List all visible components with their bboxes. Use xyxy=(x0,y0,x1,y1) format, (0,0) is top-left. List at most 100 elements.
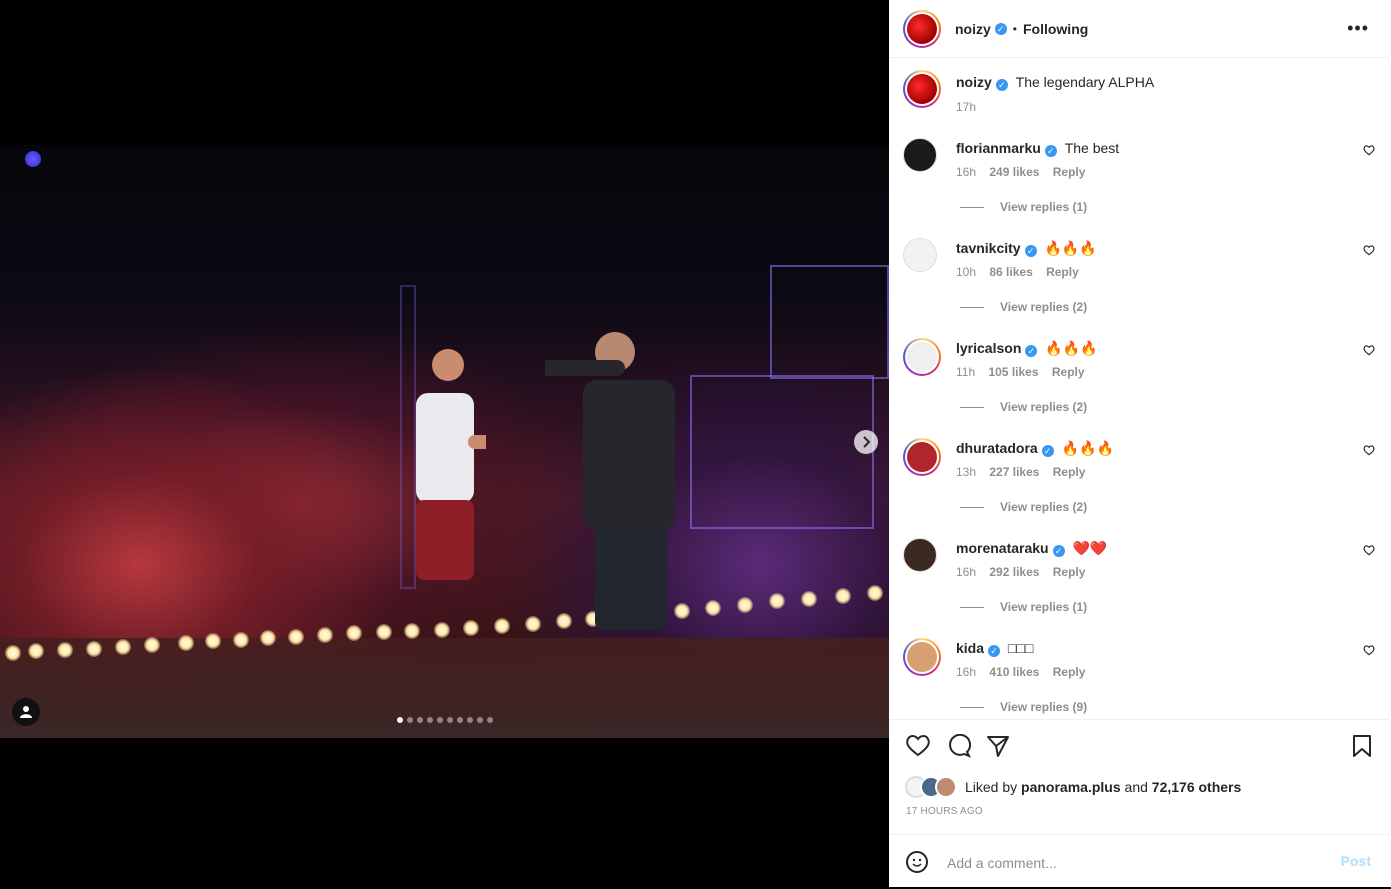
commenter-avatar[interactable] xyxy=(903,538,937,572)
liked-by-prefix: Liked by xyxy=(965,779,1018,795)
comment-icon[interactable] xyxy=(946,734,972,758)
send-icon[interactable] xyxy=(986,734,1010,758)
comment-time: 11h xyxy=(956,365,976,379)
reply-button[interactable]: Reply xyxy=(1053,465,1086,479)
commenter-username[interactable]: lyricalson xyxy=(956,340,1021,356)
commenter-avatar[interactable] xyxy=(903,438,941,476)
carousel-dot xyxy=(427,717,433,723)
commenter-username[interactable]: morenataraku xyxy=(956,540,1049,556)
stage-floor xyxy=(0,638,889,738)
stage-light xyxy=(25,151,41,167)
carousel-dot xyxy=(417,717,423,723)
commenter-username[interactable]: dhuratadora xyxy=(956,440,1038,456)
carousel-dot xyxy=(477,717,483,723)
post-comment-button[interactable]: Post xyxy=(1341,853,1371,869)
comment-like-icon[interactable] xyxy=(1363,644,1375,659)
stage-light xyxy=(260,630,276,646)
comment-likes[interactable]: 249 likes xyxy=(989,165,1039,179)
comment-meta: 16h 292 likes Reply xyxy=(956,565,1085,579)
verified-icon: ✓ xyxy=(1041,445,1054,457)
verified-icon: ✓ xyxy=(1024,245,1037,257)
commenter-username[interactable]: florianmarku xyxy=(956,140,1041,156)
next-slide-button[interactable] xyxy=(854,430,878,454)
stage-light xyxy=(737,597,753,613)
chevron-right-icon xyxy=(863,436,871,448)
stage-light xyxy=(434,622,450,638)
comment-like-icon[interactable] xyxy=(1363,544,1375,559)
author-avatar[interactable] xyxy=(903,9,941,48)
separator: • xyxy=(1012,21,1017,36)
view-replies-button[interactable]: View replies (9) xyxy=(960,700,1087,714)
commenter-avatar[interactable] xyxy=(903,638,941,676)
commenter-avatar[interactable] xyxy=(903,338,941,376)
post-photo[interactable] xyxy=(0,145,889,738)
tagged-users-button[interactable] xyxy=(12,698,40,726)
view-replies-button[interactable]: View replies (1) xyxy=(960,200,1087,214)
stage-light xyxy=(28,643,44,659)
reply-button[interactable]: Reply xyxy=(1053,165,1086,179)
stage-light xyxy=(233,632,249,648)
comment-input[interactable] xyxy=(945,849,1329,877)
liked-by-others[interactable]: 72,176 others xyxy=(1152,779,1242,795)
more-options-icon[interactable]: ••• xyxy=(1347,18,1369,39)
stage-light xyxy=(115,639,131,655)
comment-likes[interactable]: 292 likes xyxy=(989,565,1039,579)
view-replies-button[interactable]: View replies (1) xyxy=(960,600,1087,614)
comment-time: 10h xyxy=(956,265,977,279)
view-replies-button[interactable]: View replies (2) xyxy=(960,400,1087,414)
reply-button[interactable]: Reply xyxy=(1053,565,1086,579)
commenter-avatar[interactable] xyxy=(903,138,937,172)
liked-by-user[interactable]: panorama.plus xyxy=(1021,779,1121,795)
comment-text: ❤️❤️ xyxy=(1072,540,1108,556)
stage-light xyxy=(867,585,883,601)
commenter-username[interactable]: tavnikcity xyxy=(956,240,1021,256)
stage-light xyxy=(463,620,479,636)
caption-text: The legendary ALPHA xyxy=(1015,74,1155,90)
view-replies-button[interactable]: View replies (2) xyxy=(960,300,1087,314)
comment-like-icon[interactable] xyxy=(1363,244,1375,259)
stage-light xyxy=(205,633,221,649)
author-username[interactable]: noizy xyxy=(955,21,991,37)
stage-light xyxy=(144,637,160,653)
stage-light xyxy=(86,641,102,657)
comment-likes[interactable]: 86 likes xyxy=(989,265,1032,279)
bookmark-icon[interactable] xyxy=(1352,734,1372,758)
comment-text: □□□ xyxy=(1007,640,1034,656)
carousel-dot xyxy=(397,717,403,723)
comment-likes[interactable]: 410 likes xyxy=(989,665,1039,679)
comment-meta: 16h 410 likes Reply xyxy=(956,665,1085,679)
comment-like-icon[interactable] xyxy=(1363,144,1375,159)
stage-light xyxy=(525,616,541,632)
stage-truss xyxy=(690,375,874,529)
carousel-dot xyxy=(407,717,413,723)
smiley-icon[interactable] xyxy=(906,851,928,873)
comment-meta: 10h 86 likes Reply xyxy=(956,265,1079,279)
following-button[interactable]: Following xyxy=(1023,21,1088,37)
performer-left xyxy=(416,349,486,580)
comment-like-icon[interactable] xyxy=(1363,344,1375,359)
verified-icon: ✓ xyxy=(1044,145,1057,157)
commenter-avatar[interactable] xyxy=(903,238,937,272)
reply-button[interactable]: Reply xyxy=(1052,365,1085,379)
liker-avatar xyxy=(935,776,957,798)
commenter-username[interactable]: kida xyxy=(956,640,984,656)
view-replies-button[interactable]: View replies (2) xyxy=(960,500,1087,514)
post-actions: Liked by panorama.plus and 72,176 others… xyxy=(889,719,1389,888)
comment-time: 16h xyxy=(956,165,977,179)
caption-time: 17h xyxy=(956,100,977,114)
comments-list[interactable]: noizy ✓ The legendary ALPHA 17h florianma… xyxy=(889,58,1389,718)
caption-avatar[interactable] xyxy=(903,70,941,108)
stage-light xyxy=(705,600,721,616)
comment-likes[interactable]: 227 likes xyxy=(989,465,1039,479)
stage-light xyxy=(769,593,785,609)
stage-light xyxy=(376,624,392,640)
comment-meta: 16h 249 likes Reply xyxy=(956,165,1085,179)
liked-by-connector: and xyxy=(1124,779,1148,795)
comment-like-icon[interactable] xyxy=(1363,444,1375,459)
comment-likes[interactable]: 105 likes xyxy=(988,365,1038,379)
reply-button[interactable]: Reply xyxy=(1046,265,1079,279)
stage-truss xyxy=(770,265,889,379)
heart-icon[interactable] xyxy=(905,734,931,758)
caption-username[interactable]: noizy xyxy=(956,74,992,90)
reply-button[interactable]: Reply xyxy=(1053,665,1086,679)
